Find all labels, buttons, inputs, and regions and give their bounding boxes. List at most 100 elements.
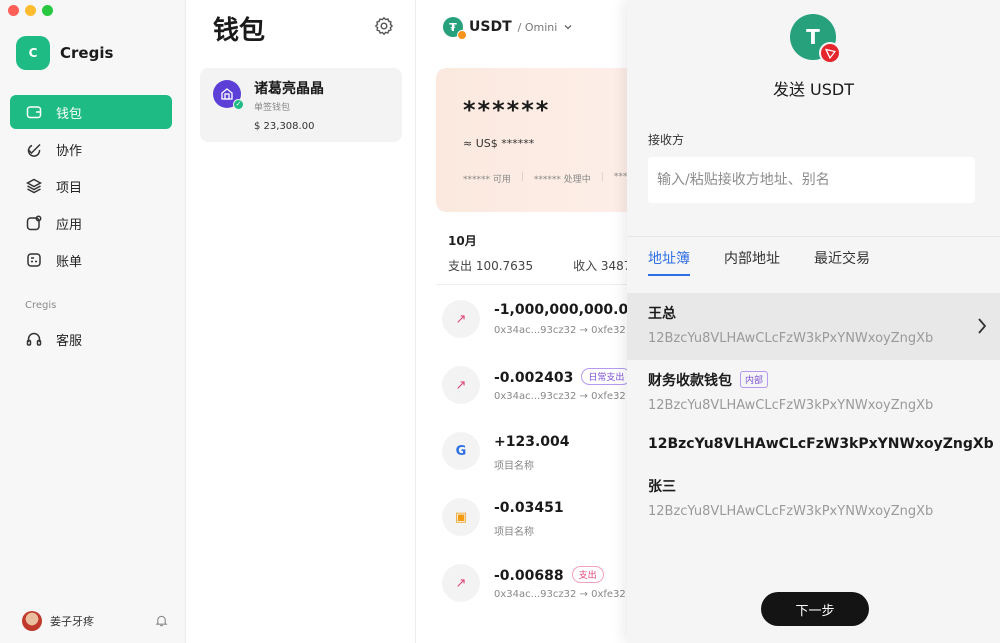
wallet-type: 单签钱包 (254, 103, 291, 113)
user-name: 姜子牙疼 (50, 615, 94, 628)
nav-item-bill[interactable]: 账单 (10, 243, 172, 277)
secondary-nav: 客服 (10, 322, 172, 359)
layers-icon (26, 178, 42, 194)
transaction-amount: -0.002403 (494, 370, 574, 386)
address-item[interactable]: 张三 12BzcYu8VLHAwCLcFzW3kPxYNWxoyZngXb (627, 466, 1000, 532)
transaction-amount: -0.03451 (494, 500, 564, 516)
wallet-icon (26, 106, 42, 119)
send-panel: T 发送 USDT 接收方 地址簿 内部地址 最近交易 王总 12BzcYu8V… (627, 0, 1000, 643)
balance-card: ****** ≈ US$ ****** ****** 可用 | ****** 处… (436, 68, 628, 212)
nav-item-apps[interactable]: 应用 (10, 206, 172, 240)
tab-address-book[interactable]: 地址簿 (648, 248, 690, 276)
balance-available: ****** 可用 (463, 175, 511, 185)
nav-item-project[interactable]: 项目 (10, 169, 172, 203)
divider: | (520, 172, 524, 182)
wallet-card[interactable]: ✓ 诸葛亮晶晶 单签钱包 $ 23,308.00 (200, 68, 402, 142)
usdt-coin-icon: ₮ (443, 17, 467, 40)
sidebar: C Cregis 钱包 协作 项目 应用 账单 Cregis 客服 姜子牙疼 (0, 0, 186, 643)
address-item[interactable]: 12BzcYu8VLHAwCLcFzW3kPxYNWxoyZngXb (627, 426, 1000, 466)
main-nav: 钱包 协作 项目 应用 账单 (10, 95, 172, 280)
balance-breakdown: ****** 可用 | ****** 处理中 | ****** (463, 172, 628, 185)
minimize-window-button[interactable] (25, 5, 36, 16)
divider: | (600, 172, 604, 182)
wallet-name: 诸葛亮晶晶 (254, 81, 324, 97)
transaction-row[interactable]: ↗ -1,000,000,000.0066 0x34ac...93cz32 → … (440, 298, 628, 364)
nav-item-wallet[interactable]: 钱包 (10, 95, 172, 129)
address-name: 财务收款钱包 (648, 373, 732, 389)
transaction-tag: 支出 (571, 566, 604, 583)
user-profile[interactable]: 姜子牙疼 (22, 611, 168, 631)
transaction-row[interactable]: ▣ -0.03451 项目名称 (440, 496, 628, 562)
nav-item-label: 项目 (56, 180, 83, 196)
divider (627, 236, 1000, 237)
nav-item-label: 客服 (56, 333, 83, 349)
address-name-line: 财务收款钱包 内部 (648, 370, 979, 390)
nav-section-label: Cregis (25, 300, 57, 311)
nav-item-support[interactable]: 客服 (10, 322, 172, 356)
transaction-project: 项目名称 (494, 527, 534, 538)
month-stats: 支出 100.7635 收入 3487. (448, 257, 628, 274)
avatar (22, 611, 42, 631)
brand-logo-icon: C (16, 36, 50, 70)
token-selector[interactable]: ₮ USDT / Omini (443, 17, 573, 40)
collab-icon (27, 143, 41, 157)
headphones-icon (26, 332, 42, 346)
bell-icon[interactable] (155, 612, 168, 631)
divider (436, 284, 628, 285)
address-name: 张三 (648, 479, 676, 495)
project-g-icon: G (442, 432, 480, 470)
address-value: 12BzcYu8VLHAwCLcFzW3kPxYNWxoyZngXb (648, 398, 934, 413)
address-name: 王总 (648, 306, 676, 322)
wallet-amount: $ 23,308.00 (254, 121, 315, 132)
address-item[interactable]: 王总 12BzcYu8VLHAwCLcFzW3kPxYNWxoyZngXb (627, 293, 1000, 360)
address-value: 12BzcYu8VLHAwCLcFzW3kPxYNWxoyZngXb (648, 504, 934, 519)
receiver-input[interactable] (648, 157, 975, 203)
transaction-row[interactable]: G +123.004 项目名称 (440, 430, 628, 496)
brand: C Cregis (16, 36, 113, 70)
maximize-window-button[interactable] (42, 5, 53, 16)
arrow-out-icon: ↗ (442, 300, 480, 338)
nav-item-label: 钱包 (56, 106, 83, 122)
transaction-route: 0x34ac...93cz32 → 0xfe32 (494, 325, 626, 336)
close-window-button[interactable] (8, 5, 19, 16)
transaction-amount: -1,000,000,000.0066 (494, 302, 628, 318)
nav-item-collab[interactable]: 协作 (10, 132, 172, 166)
usdt-coin-icon: T (790, 14, 841, 64)
balance-other: ****** (613, 172, 628, 182)
panel-title: 发送 USDT (772, 80, 855, 99)
transaction-amount-line: -0.00688 支出 (494, 566, 604, 584)
address-tabs: 地址簿 内部地址 最近交易 (648, 248, 870, 276)
arrow-out-icon: ↗ (442, 564, 480, 602)
transaction-route: 0x34ac...93cz32 → 0xfe32 (494, 391, 626, 402)
transaction-amount: -0.00688 (494, 568, 564, 584)
transaction-tag: 日常支出 (581, 368, 628, 385)
window-controls (8, 5, 53, 16)
tab-recent-transactions[interactable]: 最近交易 (814, 248, 870, 276)
clipboard-icon: ▣ (442, 498, 480, 536)
balance-usd: ≈ US$ ****** (463, 137, 535, 150)
transaction-amount: +123.004 (494, 434, 570, 450)
balance-processing: ****** 处理中 (533, 175, 591, 185)
transaction-project: 项目名称 (494, 461, 534, 472)
transaction-list: ↗ -1,000,000,000.0066 0x34ac...93cz32 → … (440, 298, 628, 628)
chevron-down-icon (564, 25, 572, 30)
wallet-list-panel: 钱包 ✓ 诸葛亮晶晶 单签钱包 $ 23,308.00 (186, 0, 416, 643)
tab-internal-address[interactable]: 内部地址 (724, 248, 780, 276)
nav-item-label: 应用 (56, 217, 83, 233)
tron-network-icon (819, 42, 841, 64)
gear-icon[interactable] (374, 16, 394, 40)
page-title: 钱包 (213, 16, 266, 46)
address-value: 12BzcYu8VLHAwCLcFzW3kPxYNWxoyZngXb (648, 331, 934, 346)
token-network: / Omini (517, 20, 558, 34)
transaction-row[interactable]: ↗ -0.002403 日常支出 0x34ac...93cz32 → 0xfe32 (440, 364, 628, 430)
address-item[interactable]: 财务收款钱包 内部 12BzcYu8VLHAwCLcFzW3kPxYNWxoyZn… (627, 360, 1000, 426)
transaction-amount-line: -0.002403 日常支出 (494, 368, 628, 386)
wallet-detail: ₮ USDT / Omini ****** ≈ US$ ****** *****… (416, 0, 628, 643)
bill-icon (27, 253, 41, 267)
transaction-route: 0x34ac...93cz32 → 0xfe32 (494, 589, 626, 600)
nav-item-label: 账单 (56, 254, 83, 270)
next-button[interactable]: 下一步 (761, 592, 869, 626)
internal-badge: 内部 (740, 371, 769, 388)
balance-masked: ****** (463, 96, 551, 124)
transaction-row[interactable]: ↗ -0.00688 支出 0x34ac...93cz32 → 0xfe32 (440, 562, 628, 628)
